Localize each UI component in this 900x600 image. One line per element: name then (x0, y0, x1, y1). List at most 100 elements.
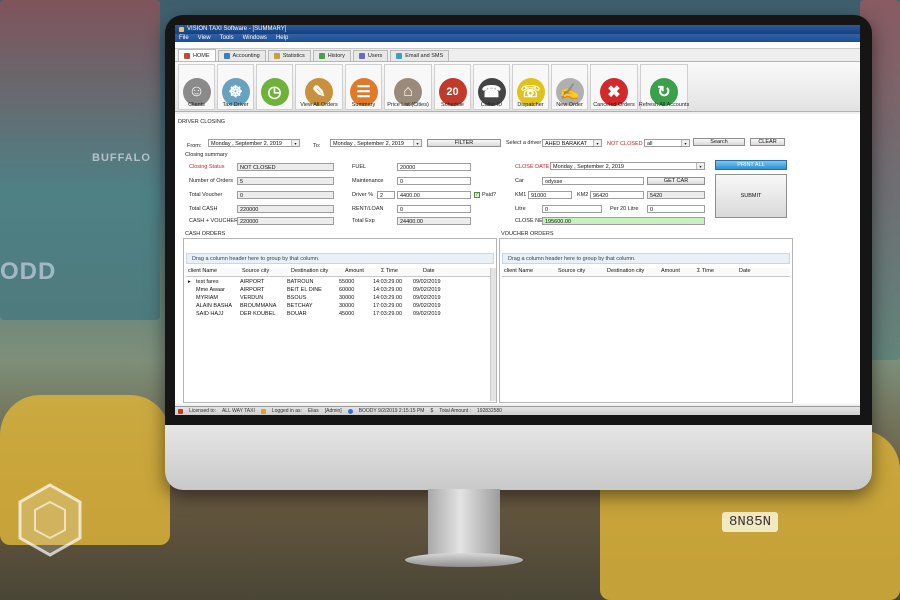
ribbon-button-label: View All Orders (300, 102, 338, 108)
car-label: Car (515, 178, 524, 184)
fuel-label: FUEL (352, 164, 367, 170)
ribbon-button-clock[interactable]: ◷ (256, 64, 293, 110)
ribbon-button-clients[interactable]: ☺ Clients (178, 64, 215, 110)
to-date-value: Monday , September 2, 2019 (333, 141, 404, 147)
column-header[interactable]: Amount (343, 268, 379, 276)
print-all-button[interactable]: PRINT ALL (715, 160, 787, 170)
km2-input[interactable]: 96420 (590, 191, 644, 199)
table-row[interactable]: ALAIN BASHA BROUMMANA BETCHAY 30000 17:03:29… (186, 302, 494, 310)
licensed-label: Licensed to: (189, 408, 216, 414)
column-header[interactable]: Amount (659, 268, 695, 276)
column-header[interactable]: Source city (556, 268, 605, 276)
ribbon-button-caller-id[interactable]: ☎ Caller ID (473, 64, 510, 110)
tab-statistics[interactable]: Statistics (267, 50, 311, 61)
search-button[interactable]: Search (693, 138, 745, 146)
table-row[interactable]: Mme Awaar AIRPORT BEIT EL DINE 60000 14:03:2… (186, 286, 494, 294)
calendar-dropdown-icon[interactable]: ▾ (413, 140, 421, 146)
app-icon (179, 27, 184, 32)
to-date-picker[interactable]: Monday , September 2, 2019 ▾ (330, 139, 422, 147)
column-header[interactable]: Date (737, 268, 783, 276)
ribbon-button-schedule[interactable]: 20 Schedule (434, 64, 471, 110)
table-cell: MYRIAM (196, 295, 218, 301)
menu-file[interactable]: File (179, 34, 189, 42)
column-header[interactable]: Σ Time (379, 268, 421, 276)
ribbon-button-canceled-orders[interactable]: ✖ Canceled Orders (590, 64, 638, 110)
grid-header: client Name Source city Destination city Am… (186, 268, 494, 277)
tab-history[interactable]: History (312, 50, 351, 61)
ribbon-button-label: Taxi Driver (222, 102, 249, 108)
submit-button[interactable]: SUBMIT (715, 174, 787, 218)
column-header[interactable]: Σ Time (695, 268, 737, 276)
fuel-input[interactable]: 20000 (397, 163, 471, 171)
ribbon-button-label: Refresh All Accounts (638, 102, 690, 108)
group-by-panel[interactable]: Drag a column header here to group by th… (186, 253, 494, 264)
app-window: VISION TAXI Software - [SUMMARY] File Vi… (175, 25, 860, 415)
paid-checkbox[interactable]: ✓ (474, 192, 480, 198)
ribbon-button-view-all-orders[interactable]: ✎ View All Orders (295, 64, 343, 110)
driver-pct-input[interactable]: 2 (377, 191, 395, 199)
ribbon-button-refresh-all-accounts[interactable]: ↻ Refresh All Accounts (638, 64, 690, 110)
tab-users[interactable]: Users (352, 50, 389, 61)
chevron-down-icon[interactable]: ▾ (593, 140, 601, 146)
clear-button[interactable]: CLEAR (750, 138, 785, 146)
to-label: To: (313, 143, 321, 149)
vertical-scrollbar[interactable] (490, 268, 496, 401)
calendar-dropdown-icon[interactable]: ▾ (291, 140, 299, 146)
logged-label: Logged in as: (271, 408, 302, 414)
menu-windows[interactable]: Windows (243, 34, 267, 42)
bg-sign-text: BUFFALO (92, 152, 151, 164)
table-row[interactable]: SAID HAJJ DER KOUBEL BOUAR 45000 17:03:29.00… (186, 310, 494, 318)
total-voucher-field: 0 (237, 191, 334, 199)
maintenance-input[interactable]: 0 (397, 177, 471, 185)
column-header[interactable]: client Name (186, 268, 240, 276)
calendar-dropdown-icon[interactable]: ▾ (696, 163, 704, 169)
close-date-picker[interactable]: Monday , September 2, 2019 ▾ (550, 162, 705, 170)
not-closed-label: NOT CLOSED (607, 141, 643, 147)
column-header[interactable]: Date (421, 268, 467, 276)
table-cell: BROUMMANA (240, 303, 277, 309)
ribbon-button-summary[interactable]: ☰ Summary (345, 64, 382, 110)
car-input[interactable]: odysse (542, 177, 644, 185)
table-cell: DER KOUBEL (240, 311, 276, 317)
column-header[interactable]: Source city (240, 268, 289, 276)
ribbon-button-taxi-driver[interactable]: ☸ Taxi Driver (217, 64, 254, 110)
tab-accounting[interactable]: Accounting (217, 50, 266, 61)
per20-input[interactable]: 0 (647, 205, 705, 213)
tab-home[interactable]: HOME (178, 49, 216, 61)
grid-header: client Name Source city Destination city Am… (502, 268, 790, 277)
menu-bar: File View Tools Windows Help (175, 34, 860, 42)
tab-email-and-sms[interactable]: Email and SMS (390, 50, 450, 61)
chevron-down-icon[interactable]: ▾ (681, 140, 689, 146)
table-cell: 09/02/2019 (413, 295, 441, 301)
driver-select[interactable]: AHED BARAKAT ▾ (542, 139, 602, 147)
ribbon-button-new-order[interactable]: ✍ New Order (551, 64, 588, 110)
column-header[interactable]: client Name (502, 268, 556, 276)
ribbon-button-dispatcher[interactable]: ☏ Dispatcher (512, 64, 549, 110)
filter-button[interactable]: FILTER (427, 139, 501, 147)
tab-icon (273, 53, 280, 59)
table-cell: Mme Awaar (196, 287, 225, 293)
column-header[interactable]: Destination city (605, 268, 659, 276)
get-car-button[interactable]: GET CAR (647, 177, 705, 185)
status-select[interactable]: all ▾ (644, 139, 690, 147)
table-row[interactable]: test fares AIRPORT BATROUN 55000 14:03:29.00… (186, 278, 494, 286)
menu-help[interactable]: Help (276, 34, 288, 42)
driver-amount-input[interactable]: 4400.00 (397, 191, 471, 199)
cash-voucher-field: 220000 (237, 217, 334, 225)
menu-tools[interactable]: Tools (220, 34, 234, 42)
menu-view[interactable]: View (198, 34, 211, 42)
table-row[interactable]: MYRIAM VERDUN BSOUS 30000 14:03:29.00 09/02/2… (186, 294, 494, 302)
litre-input[interactable]: 0 (542, 205, 602, 213)
rent-input[interactable]: 0 (397, 205, 471, 213)
total-cash-label: Total CASH (189, 206, 218, 212)
group-by-panel[interactable]: Drag a column header here to group by th… (502, 253, 790, 264)
ribbon-button-price-list-cities-[interactable]: ⌂ Price List (Cities) (384, 64, 432, 110)
clock-status-icon (347, 408, 353, 414)
table-cell: 55000 (339, 279, 355, 285)
km1-input[interactable]: 91000 (528, 191, 572, 199)
monitor-chin (165, 425, 872, 490)
column-header[interactable]: Destination city (289, 268, 343, 276)
from-date-picker[interactable]: Monday , September 2, 2019 ▾ (208, 139, 300, 147)
table-cell: 14:03:29.00 (373, 287, 403, 293)
voucher-orders-grid: Drag a column header here to group by th… (499, 238, 793, 403)
